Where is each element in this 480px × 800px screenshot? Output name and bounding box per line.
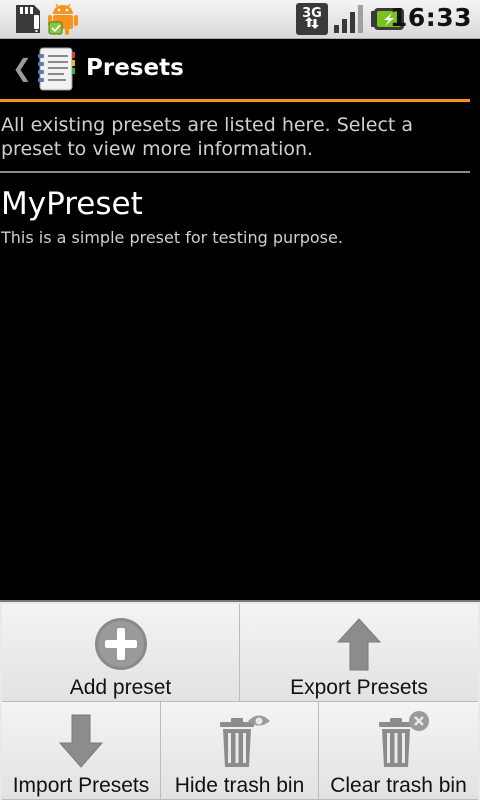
clear-trash-bin-label: Clear trash bin <box>330 774 467 797</box>
import-presets-label: Import Presets <box>12 774 150 797</box>
sd-card-icon <box>12 3 44 39</box>
import-presets-button[interactable]: Import Presets <box>2 702 161 800</box>
add-preset-button[interactable]: Add preset <box>2 604 240 702</box>
intro-text: All existing presets are listed here. Se… <box>1 114 414 160</box>
clear-trash-bin-button[interactable]: Clear trash bin <box>319 702 478 800</box>
options-menu: Add preset Export Presets Import Presets <box>0 600 480 800</box>
arrow-up-icon <box>336 618 382 676</box>
preset-name: MyPreset <box>1 186 143 222</box>
title-bar: ❮ Presets <box>0 39 480 99</box>
trash-eye-icon <box>214 712 272 772</box>
plus-circle-icon <box>93 616 149 676</box>
network-label: 3G <box>302 6 322 21</box>
trash-clear-icon <box>373 710 431 772</box>
signal-strength-icon <box>333 4 365 38</box>
status-clock: 16:33 <box>389 3 472 32</box>
3g-data-icon: 3G <box>296 3 328 39</box>
arrow-down-icon <box>58 714 104 772</box>
screen: 3G 16:33 ❮ Presets All existing presets … <box>0 0 480 800</box>
notebook-icon[interactable] <box>36 46 76 96</box>
status-bar: 3G 16:33 <box>0 0 480 39</box>
hide-trash-bin-label: Hide trash bin <box>174 774 305 797</box>
hide-trash-bin-button[interactable]: Hide trash bin <box>161 702 319 800</box>
title-divider <box>0 99 470 102</box>
list-item-preset[interactable]: MyPreset This is a simple preset for tes… <box>0 180 470 260</box>
chevron-left-icon[interactable]: ❮ <box>12 53 32 83</box>
preset-description: This is a simple preset for testing purp… <box>1 228 343 247</box>
export-presets-label: Export Presets <box>290 676 428 699</box>
export-presets-button[interactable]: Export Presets <box>240 604 478 702</box>
intro-divider <box>0 171 470 173</box>
add-preset-label: Add preset <box>69 676 172 699</box>
android-market-icon <box>46 2 80 40</box>
page-title: Presets <box>86 55 184 81</box>
